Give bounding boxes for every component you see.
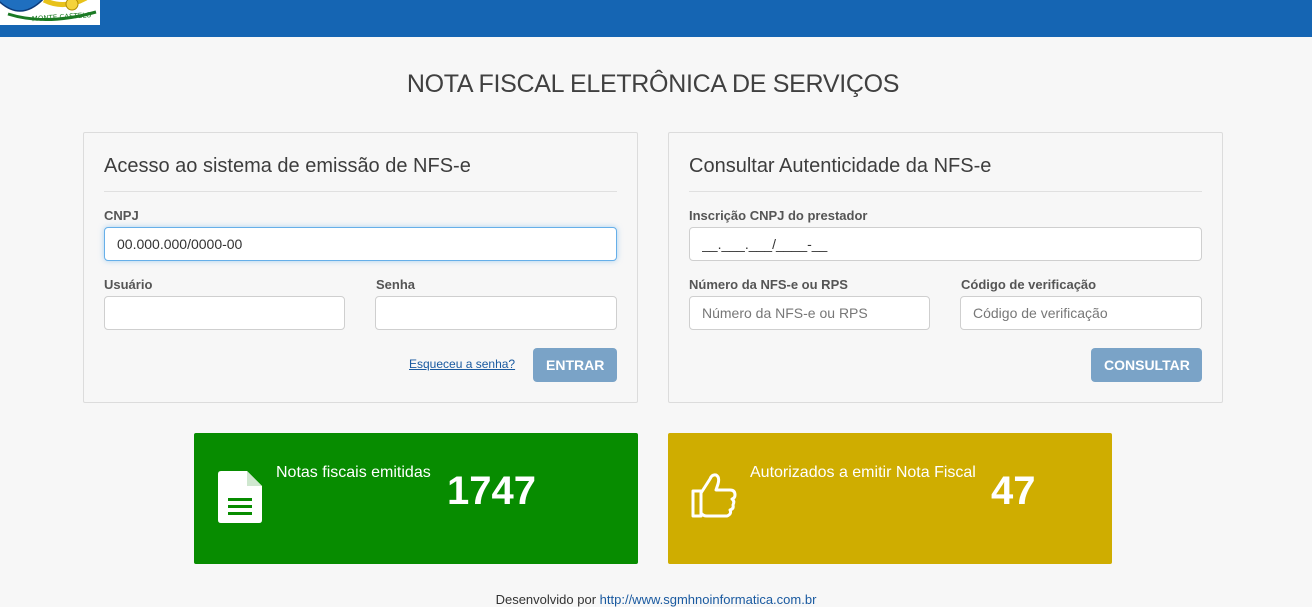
top-navbar: MONTE CASTELO xyxy=(0,0,1312,37)
stat-label: Autorizados a emitir Nota Fiscal xyxy=(750,464,976,481)
password-input[interactable] xyxy=(375,296,617,330)
municipal-crest-logo: MONTE CASTELO xyxy=(0,0,100,25)
divider xyxy=(689,191,1202,192)
consult-panel-heading: Consultar Autenticidade da NFS-e xyxy=(689,155,992,177)
stat-card-issued-notes: Notas fiscais emitidas 1747 xyxy=(194,433,638,564)
nfse-number-label: Número da NFS-e ou RPS xyxy=(689,277,848,292)
stat-value: 47 xyxy=(991,469,1036,513)
cnpj-input[interactable] xyxy=(104,227,617,261)
user-input[interactable] xyxy=(104,296,345,330)
verification-code-label: Código de verificação xyxy=(961,277,1097,292)
nfse-number-input[interactable] xyxy=(689,296,930,330)
user-label: Usuário xyxy=(104,277,153,292)
login-button[interactable]: ENTRAR xyxy=(533,348,617,382)
login-panel-heading: Acesso ao sistema de emissão de NFS-e xyxy=(104,155,471,177)
consult-panel: Consultar Autenticidade da NFS-e Inscriç… xyxy=(668,132,1223,403)
page-title: NOTA FISCAL ELETRÔNICA DE SERVIÇOS xyxy=(406,70,900,98)
crest-icon: MONTE CASTELO xyxy=(0,0,97,23)
stat-label: Notas fiscais emitidas xyxy=(276,464,431,481)
password-label: Senha xyxy=(376,277,416,292)
verification-code-input[interactable] xyxy=(960,296,1202,330)
thumbs-up-icon xyxy=(690,471,738,524)
forgot-password-link[interactable]: Esqueceu a senha? xyxy=(409,357,515,371)
document-icon xyxy=(218,471,262,528)
stat-card-authorized-issuers: Autorizados a emitir Nota Fiscal 47 xyxy=(668,433,1112,564)
provider-cnpj-input[interactable] xyxy=(689,227,1202,261)
stat-value: 1747 xyxy=(447,469,536,513)
cnpj-label: CNPJ xyxy=(104,208,139,223)
divider xyxy=(104,191,617,192)
provider-cnpj-label: Inscrição CNPJ do prestador xyxy=(689,208,868,223)
login-panel: Acesso ao sistema de emissão de NFS-e CN… xyxy=(83,132,638,403)
consult-button[interactable]: CONSULTAR xyxy=(1091,348,1202,382)
svg-text:MONTE CASTELO: MONTE CASTELO xyxy=(32,11,93,23)
